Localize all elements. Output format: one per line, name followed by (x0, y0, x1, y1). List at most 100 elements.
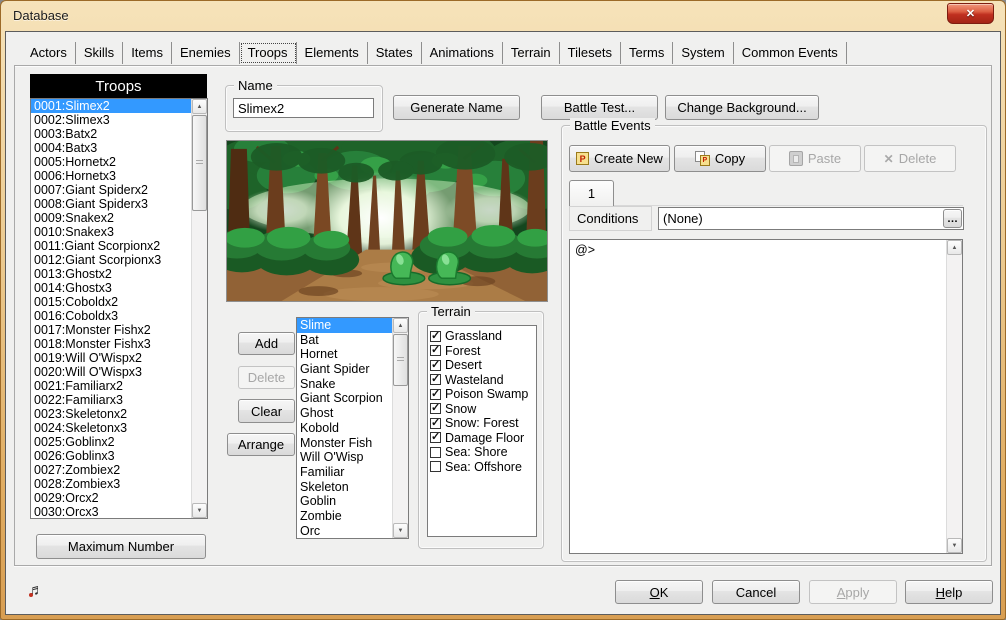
clear-button[interactable]: Clear (238, 399, 295, 423)
change-background-button[interactable]: Change Background... (665, 95, 819, 120)
checkbox-icon[interactable] (430, 447, 441, 458)
terrain-checkbox-damage-floor[interactable]: Damage Floor (428, 431, 536, 446)
conditions-value-field[interactable]: (None) (658, 207, 964, 230)
checkbox-icon[interactable] (430, 389, 441, 400)
tab-items[interactable]: Items (123, 42, 172, 64)
troop-list-item[interactable]: 0004:Batx3 (31, 141, 191, 155)
scroll-up-icon[interactable]: ▲ (947, 240, 962, 255)
troop-list-item[interactable]: 0023:Skeletonx2 (31, 407, 191, 421)
troop-list-item[interactable]: 0008:Giant Spiderx3 (31, 197, 191, 211)
tab-actors[interactable]: Actors (22, 42, 76, 64)
troop-name-input[interactable] (233, 98, 374, 118)
troop-list-item[interactable]: 0014:Ghostx3 (31, 281, 191, 295)
checkbox-icon[interactable] (430, 345, 441, 356)
event-command-list[interactable]: @> ▲ ▼ (569, 239, 963, 554)
event-command-line[interactable]: @> (570, 240, 962, 260)
arrange-button[interactable]: Arrange (227, 433, 295, 456)
terrain-checkbox-snow[interactable]: Snow (428, 402, 536, 417)
troop-list-item[interactable]: 0030:Orcx3 (31, 505, 191, 518)
troop-list-item[interactable]: 0001:Slimex2 (31, 99, 191, 113)
enemy-list-item[interactable]: Snake (297, 377, 392, 392)
conditions-more-button[interactable]: … (943, 209, 962, 228)
troop-list-item[interactable]: 0021:Familiarx2 (31, 379, 191, 393)
troop-list-item[interactable]: 0010:Snakex3 (31, 225, 191, 239)
troop-list-item[interactable]: 0009:Snakex2 (31, 211, 191, 225)
help-button[interactable]: Help (905, 580, 993, 604)
apply-button[interactable]: Apply (809, 580, 897, 604)
enemy-list-item[interactable]: Kobold (297, 421, 392, 436)
enemy-list-item[interactable]: Hornet (297, 347, 392, 362)
troop-list-item[interactable]: 0019:Will O'Wispx2 (31, 351, 191, 365)
tab-troops[interactable]: Troops (240, 42, 297, 64)
troop-list-item[interactable]: 0013:Ghostx2 (31, 267, 191, 281)
troop-list-item[interactable]: 0029:Orcx2 (31, 491, 191, 505)
checkbox-icon[interactable] (430, 418, 441, 429)
terrain-checkbox-wasteland[interactable]: Wasteland (428, 373, 536, 388)
enemy-list-item[interactable]: Goblin (297, 494, 392, 509)
tab-common-events[interactable]: Common Events (734, 42, 847, 64)
enemy-list-item[interactable]: Familiar (297, 465, 392, 480)
terrain-checkbox-forest[interactable]: Forest (428, 344, 536, 359)
scroll-down-icon[interactable]: ▼ (192, 503, 207, 518)
troop-list-item[interactable]: 0012:Giant Scorpionx3 (31, 253, 191, 267)
enemy-list-item[interactable]: Skeleton (297, 480, 392, 495)
close-button[interactable]: ✕ (947, 3, 994, 24)
troop-list-item[interactable]: 0006:Hornetx3 (31, 169, 191, 183)
scrollbar-thumb[interactable] (393, 334, 408, 386)
enemy-list-item[interactable]: Will O'Wisp (297, 450, 392, 465)
enemy-list-item[interactable]: Slime (297, 318, 392, 333)
terrain-checkbox-desert[interactable]: Desert (428, 358, 536, 373)
tab-terms[interactable]: Terms (621, 42, 673, 64)
tab-tilesets[interactable]: Tilesets (560, 42, 621, 64)
troop-list-item[interactable]: 0018:Monster Fishx3 (31, 337, 191, 351)
scroll-down-icon[interactable]: ▼ (947, 538, 962, 553)
scrollbar-thumb[interactable] (192, 115, 207, 211)
terrain-checkbox-poison-swamp[interactable]: Poison Swamp (428, 387, 536, 402)
troop-list-item[interactable]: 0028:Zombiex3 (31, 477, 191, 491)
troop-list-item[interactable]: 0025:Goblinx2 (31, 435, 191, 449)
troop-list-item[interactable]: 0011:Giant Scorpionx2 (31, 239, 191, 253)
enemy-list-item[interactable]: Ghost (297, 406, 392, 421)
enemy-list-item[interactable]: Monster Fish (297, 436, 392, 451)
checkbox-icon[interactable] (430, 403, 441, 414)
tab-terrain[interactable]: Terrain (503, 42, 560, 64)
delete-member-button[interactable]: Delete (238, 366, 295, 389)
tab-elements[interactable]: Elements (297, 42, 368, 64)
checkbox-icon[interactable] (430, 360, 441, 371)
troop-list-item[interactable]: 0026:Goblinx3 (31, 449, 191, 463)
generate-name-button[interactable]: Generate Name (393, 95, 520, 120)
tab-animations[interactable]: Animations (422, 42, 503, 64)
tab-states[interactable]: States (368, 42, 422, 64)
copy-event-button[interactable]: P Copy (674, 145, 766, 172)
enemy-list-item[interactable]: Bat (297, 333, 392, 348)
event-scrollbar[interactable]: ▲ ▼ (946, 240, 962, 553)
troop-list-item[interactable]: 0020:Will O'Wispx3 (31, 365, 191, 379)
checkbox-icon[interactable] (430, 461, 441, 472)
enemy-list-item[interactable]: Orc (297, 524, 392, 538)
troop-list-item[interactable]: 0022:Familiarx3 (31, 393, 191, 407)
enemy-list-item[interactable]: Giant Scorpion (297, 391, 392, 406)
scroll-up-icon[interactable]: ▲ (393, 318, 408, 333)
troop-list-item[interactable]: 0017:Monster Fishx2 (31, 323, 191, 337)
checkbox-icon[interactable] (430, 374, 441, 385)
create-new-event-button[interactable]: P Create New (569, 145, 670, 172)
maximum-number-button[interactable]: Maximum Number (36, 534, 206, 559)
enemy-list-item[interactable]: Zombie (297, 509, 392, 524)
troops-scrollbar[interactable]: ▲ ▼ (191, 99, 207, 518)
delete-event-button[interactable]: ✕ Delete (864, 145, 956, 172)
troop-list-item[interactable]: 0015:Coboldx2 (31, 295, 191, 309)
troop-list-item[interactable]: 0002:Slimex3 (31, 113, 191, 127)
terrain-checkbox-grassland[interactable]: Grassland (428, 329, 536, 344)
scroll-up-icon[interactable]: ▲ (192, 99, 207, 114)
scroll-down-icon[interactable]: ▼ (393, 523, 408, 538)
tab-system[interactable]: System (673, 42, 733, 64)
event-page-tab-1[interactable]: 1 (569, 180, 614, 206)
troop-list-item[interactable]: 0016:Coboldx3 (31, 309, 191, 323)
troop-list-item[interactable]: 0027:Zombiex2 (31, 463, 191, 477)
terrain-checkbox-sea-shore[interactable]: Sea: Shore (428, 445, 536, 460)
troop-list-item[interactable]: 0007:Giant Spiderx2 (31, 183, 191, 197)
tab-enemies[interactable]: Enemies (172, 42, 240, 64)
paste-event-button[interactable]: Paste (769, 145, 861, 172)
add-button[interactable]: Add (238, 332, 295, 355)
terrain-checkbox-snow-forest[interactable]: Snow: Forest (428, 416, 536, 431)
